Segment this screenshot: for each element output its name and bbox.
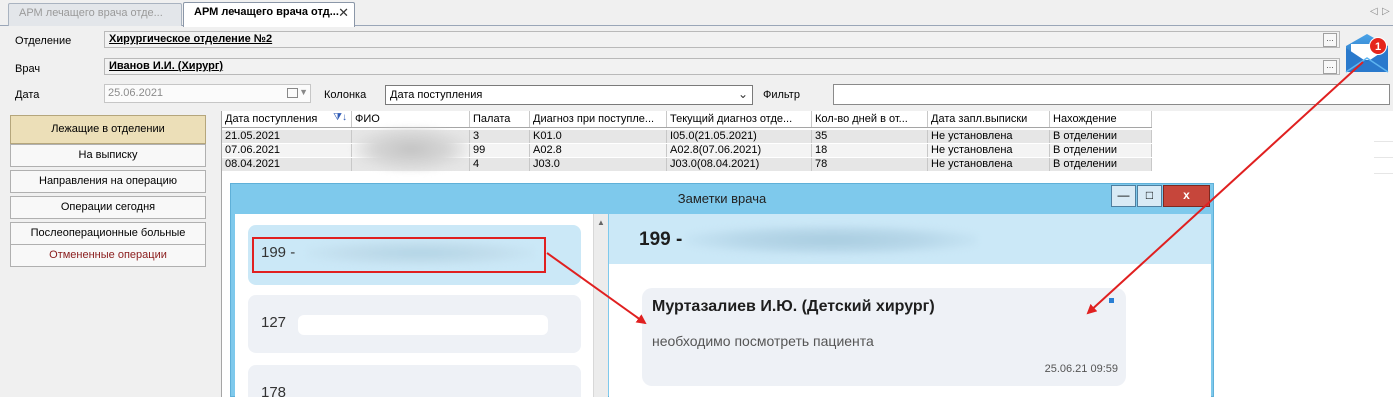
redacted-name-blur <box>352 126 470 172</box>
maximize-button[interactable]: □ <box>1137 185 1162 207</box>
tab-label: АРМ лечащего врача отд... <box>194 6 339 18</box>
nav-surgeries-today[interactable]: Операции сегодня <box>10 196 206 219</box>
chevron-down-icon[interactable]: ▼ <box>299 87 308 97</box>
nav-lying-in-department[interactable]: Лежащие в отделении <box>10 115 206 144</box>
doctor-browse-button[interactable]: ... <box>1323 60 1337 74</box>
doctor-label: Врач <box>15 63 41 75</box>
column-select-value: Дата поступления <box>390 89 483 101</box>
patient-card[interactable]: 127 <box>248 295 581 353</box>
nav-surgery-referrals[interactable]: Направления на операцию <box>10 170 206 193</box>
scroll-up-icon[interactable]: ▲ <box>597 218 605 227</box>
column-header-current-diagnosis[interactable]: Текущий диагноз отде... <box>667 111 812 127</box>
notification-badge: 1 <box>1369 37 1387 55</box>
tab-arm-doctor-1[interactable]: АРМ лечащего врача отде... <box>8 3 182 26</box>
column-header-ward[interactable]: Палата <box>470 111 530 127</box>
message-bubble: Муртазалиев И.Ю. (Детский хирург) необхо… <box>642 288 1126 386</box>
patient-card-label: 178 <box>261 384 287 397</box>
patient-card[interactable]: 178 <box>248 365 581 397</box>
tab-bar: АРМ лечащего врача отде... АРМ лечащего … <box>0 0 1393 27</box>
message-text: необходимо посмотреть пациента <box>652 333 874 349</box>
minimize-button[interactable]: — <box>1111 185 1136 207</box>
department-label: Отделение <box>15 35 72 47</box>
column-header-days[interactable]: Кол-во дней в от... <box>812 111 928 127</box>
close-icon[interactable]: ✕ <box>338 5 349 21</box>
column-header-admission-diagnosis[interactable]: Диагноз при поступле... <box>530 111 667 127</box>
calendar-icon[interactable] <box>287 88 298 98</box>
column-header-admission-date[interactable]: Дата поступления ⧩↓ <box>222 111 352 127</box>
filter-input[interactable] <box>833 84 1390 105</box>
date-label: Дата <box>15 89 40 101</box>
department-field[interactable]: Хирургическое отделение №2 <box>104 31 1340 48</box>
tab-scroll-left-icon[interactable]: ◁ <box>1370 6 1378 17</box>
conversation-panel: 199 - Муртазалиев И.Ю. (Детский хирург) … <box>609 214 1211 397</box>
message-timestamp: 25.06.21 09:59 <box>1044 363 1118 375</box>
column-header-name[interactable]: ФИО <box>352 111 470 127</box>
nav-postoperative-patients[interactable]: Послеоперационные больные <box>10 222 206 245</box>
tab-label: АРМ лечащего врача отде... <box>19 7 163 19</box>
date-field[interactable]: 25.06.2021 ▼ <box>104 84 311 103</box>
column-header-planned-discharge[interactable]: Дата запл.выписки <box>928 111 1050 127</box>
close-button[interactable]: x <box>1163 185 1210 207</box>
tab-arm-doctor-2[interactable]: АРМ лечащего врача отд... ✕ <box>183 2 355 27</box>
sort-filter-icon[interactable]: ⧩↓ <box>333 112 347 123</box>
nav-cancelled-surgeries[interactable]: Отмененные операции <box>10 244 206 267</box>
tab-scroll-right-icon[interactable]: ▷ <box>1382 6 1390 17</box>
redacted-blur <box>687 225 977 255</box>
column-header-location[interactable]: Нахождение <box>1050 111 1152 127</box>
column-label: Колонка <box>324 89 367 101</box>
chevron-down-icon: ⌄ <box>737 87 748 101</box>
column-select[interactable]: Дата поступления ⌄ <box>385 85 753 105</box>
date-value: 25.06.2021 <box>108 87 164 99</box>
grid-divider <box>1374 173 1393 174</box>
filter-label: Фильтр <box>763 89 800 101</box>
unread-marker-icon <box>1109 298 1114 303</box>
annotation-highlight-box <box>252 237 546 273</box>
scrollbar[interactable]: ▲ <box>593 214 608 397</box>
grid-divider <box>1374 141 1393 142</box>
grid-divider <box>1374 157 1393 158</box>
doctor-field[interactable]: Иванов И.И. (Хирург) <box>104 58 1340 75</box>
conversation-header: 199 - <box>609 214 1211 264</box>
nav-for-discharge[interactable]: На выписку <box>10 144 206 167</box>
message-author: Муртазалиев И.Ю. (Детский хирург) <box>652 298 935 315</box>
department-browse-button[interactable]: ... <box>1323 33 1337 47</box>
redacted-field <box>298 315 548 335</box>
dialog-title: Заметки врача <box>677 191 767 206</box>
doctor-notes-dialog: Заметки врача — □ x 199 - 127 178 ▲ 199 … <box>230 183 1214 397</box>
conversation-title: 199 - <box>639 229 683 250</box>
patient-card-label: 127 <box>261 314 287 331</box>
